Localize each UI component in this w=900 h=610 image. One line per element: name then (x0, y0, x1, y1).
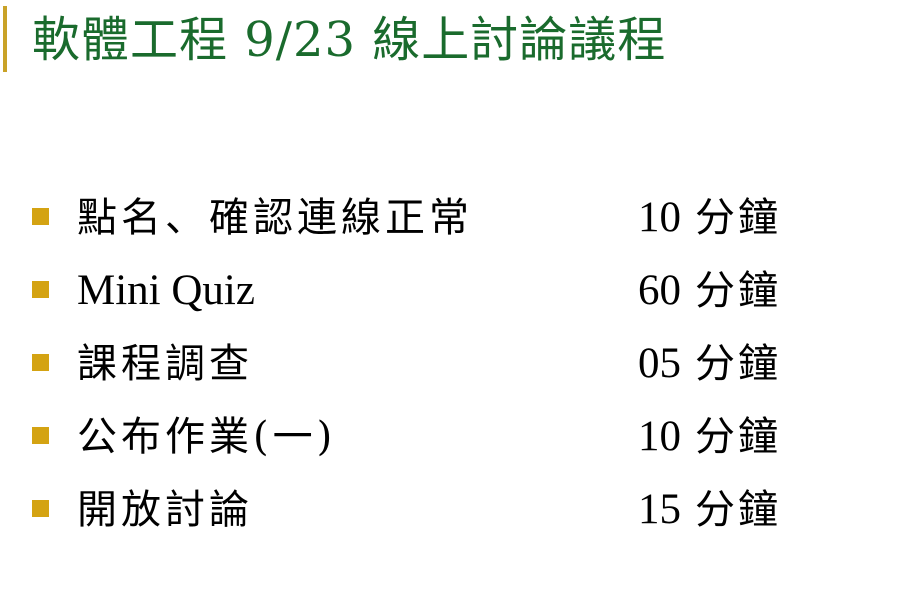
square-bullet-icon (32, 208, 49, 225)
square-bullet-icon (32, 354, 49, 371)
duration-unit: 分鐘 (695, 341, 781, 387)
square-bullet-icon (32, 427, 49, 444)
title-accent-bar (3, 6, 7, 72)
slide: 軟體工程 9/23 線上討論議程 點名、確認連線正常 10 分鐘 Mini Qui… (0, 0, 900, 610)
duration-minutes: 10 (638, 194, 681, 241)
duration-minutes: 05 (638, 340, 681, 387)
duration-minutes: 60 (638, 267, 681, 314)
duration-minutes: 10 (638, 413, 681, 460)
duration-unit: 分鐘 (695, 268, 781, 314)
agenda-duration: 15 分鐘 (638, 475, 781, 545)
agenda-duration: 60 分鐘 (638, 256, 781, 326)
agenda-duration: 10 分鐘 (638, 402, 781, 472)
agenda-item: 開放討論 15 分鐘 (0, 475, 900, 548)
duration-minutes: 15 (638, 486, 681, 533)
agenda-topic: Mini Quiz (77, 267, 255, 314)
agenda-item: 點名、確認連線正常 10 分鐘 (0, 183, 900, 256)
duration-unit: 分鐘 (695, 414, 781, 460)
agenda-list: 點名、確認連線正常 10 分鐘 Mini Quiz 60 分鐘 課程調查 05 分鐘 … (0, 183, 900, 548)
slide-title: 軟體工程 9/23 線上討論議程 (32, 12, 667, 68)
square-bullet-icon (32, 500, 49, 517)
agenda-duration: 10 分鐘 (638, 183, 781, 253)
agenda-duration: 05 分鐘 (638, 329, 781, 399)
agenda-item: Mini Quiz 60 分鐘 (0, 256, 900, 329)
duration-unit: 分鐘 (695, 195, 781, 241)
agenda-topic: 公布作業(一) (77, 414, 337, 460)
agenda-topic: 點名、確認連線正常 (77, 195, 473, 241)
agenda-item: 公布作業(一) 10 分鐘 (0, 402, 900, 475)
agenda-topic: 開放討論 (77, 487, 253, 533)
duration-unit: 分鐘 (695, 487, 781, 533)
agenda-item: 課程調查 05 分鐘 (0, 329, 900, 402)
agenda-topic: 課程調查 (77, 341, 253, 387)
square-bullet-icon (32, 281, 49, 298)
